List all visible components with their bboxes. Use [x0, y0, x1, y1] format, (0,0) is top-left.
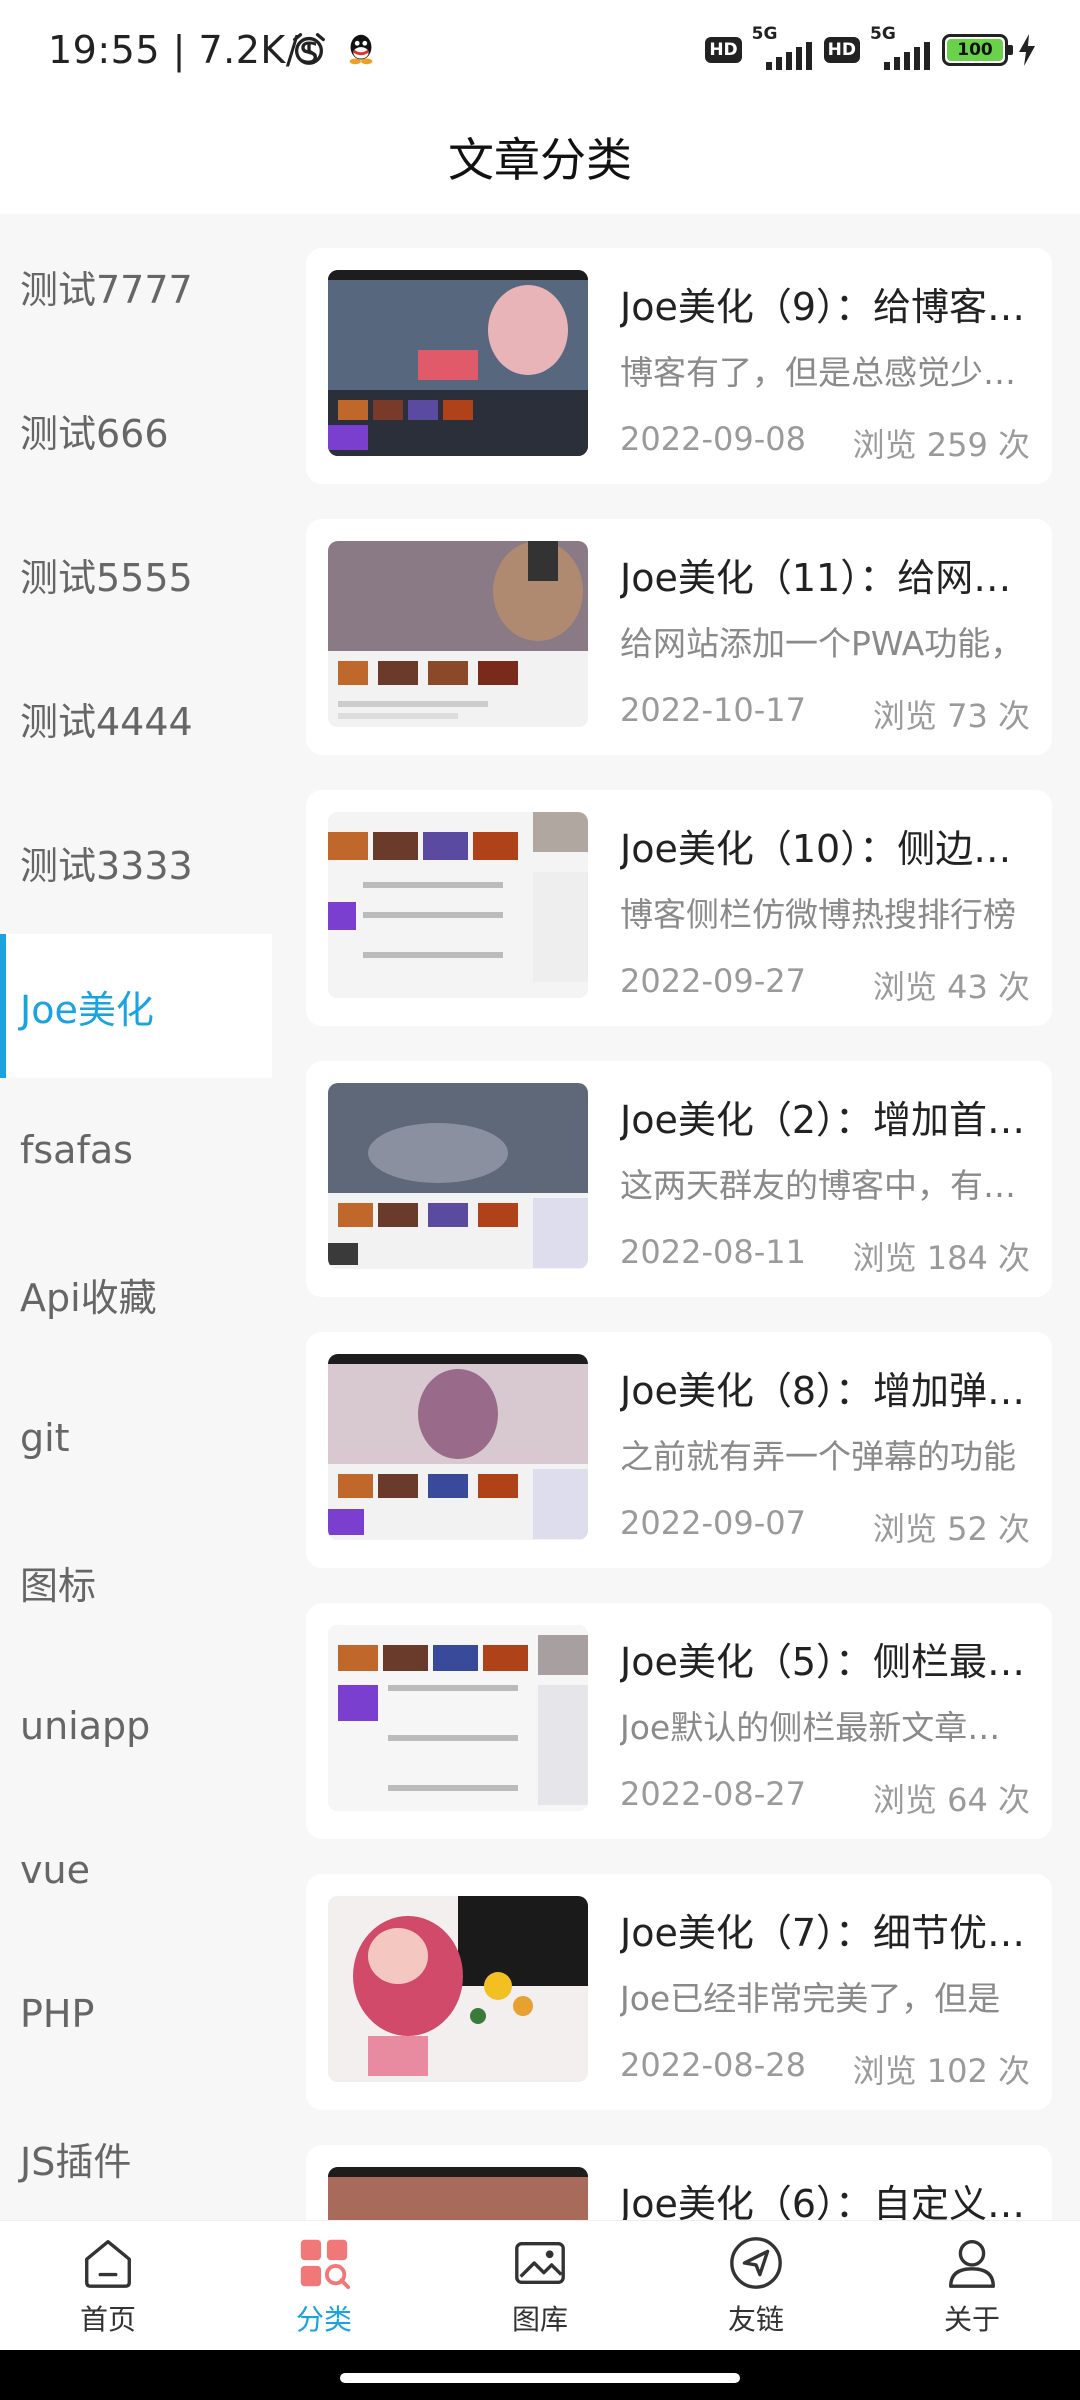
article-thumbnail	[328, 1354, 588, 1540]
article-summary: 博客侧栏仿微博热搜排行榜	[620, 895, 1016, 934]
article-card[interactable]: Joe美化（5）：侧栏最新文章 Joe默认的侧栏最新文章样式 2022-08-2…	[306, 1603, 1052, 1839]
home-indicator[interactable]	[340, 2373, 740, 2383]
charging-bolt-icon	[1019, 34, 1035, 66]
status-time: 19:55 | 7.2K/s	[48, 28, 320, 72]
signal-icon: 5G	[752, 24, 814, 70]
nav-home[interactable]: 首页	[0, 2221, 216, 2350]
article-title: Joe美化（6）：自定义右键	[620, 2182, 1030, 2220]
status-right-icons: HD 5G HD 5G 100	[705, 24, 1036, 70]
article-summary: Joe默认的侧栏最新文章样式	[620, 1708, 1030, 1747]
article-date: 2022-08-28	[620, 2046, 806, 2084]
article-thumbnail	[328, 1896, 588, 2082]
sidebar-item[interactable]: 图标	[0, 1510, 272, 1654]
article-summary: 之前就有弄一个弹幕的功能	[620, 1437, 1016, 1476]
gallery-icon	[515, 2241, 565, 2284]
article-card[interactable]: Joe美化（9）：给博客后台添加 博客有了，但是总感觉少了点什么 2022-09…	[306, 248, 1052, 484]
sidebar-item[interactable]: 测试4444	[0, 646, 272, 790]
sidebar-item[interactable]: PHP	[0, 1942, 272, 2086]
nav-label: 首页	[79, 2302, 136, 2336]
article-title: Joe美化（7）：细节优化调整	[620, 1911, 1030, 1955]
nav-about[interactable]: 关于	[864, 2221, 1080, 2350]
sidebar-item[interactable]: JS插件	[0, 2086, 272, 2220]
article-title: Joe美化（5）：侧栏最新文章	[620, 1640, 1030, 1684]
sidebar-item[interactable]: fsafas	[0, 1078, 272, 1222]
article-date: 2022-09-27	[620, 962, 806, 1000]
sidebar-item[interactable]: Api收藏	[0, 1222, 272, 1366]
nav-label: 分类	[295, 2302, 352, 2336]
sidebar-item[interactable]: git	[0, 1366, 272, 1510]
article-card[interactable]: Joe美化（2）：增加首页大图 这两天群友的博客中，有一个 2022-08-11…	[306, 1061, 1052, 1297]
article-date: 2022-08-27	[620, 1775, 806, 1813]
signal-icon: 5G	[870, 24, 932, 70]
status-left-icons	[290, 30, 380, 68]
article-summary: Joe已经非常完美了，但是	[620, 1979, 1001, 2018]
article-card[interactable]: Joe美化（11）：给网站添加PWA 给网站添加一个PWA功能， 2022-10…	[306, 519, 1052, 755]
article-summary: 这两天群友的博客中，有一个	[620, 1166, 1030, 1205]
page-title: 文章分类	[448, 133, 632, 187]
article-card[interactable]: Joe美化（8）：增加弹幕功能 之前就有弄一个弹幕的功能 2022-09-07 …	[306, 1332, 1052, 1568]
article-views: 浏览 73 次	[872, 697, 1030, 735]
nav-gallery[interactable]: 图库	[432, 2221, 648, 2350]
article-title: Joe美化（8）：增加弹幕功能	[620, 1369, 1030, 1413]
page-header: 文章分类	[0, 100, 1080, 214]
article-thumbnail	[328, 1625, 588, 1811]
article-views: 浏览 259 次	[852, 426, 1030, 464]
article-thumbnail	[328, 812, 588, 998]
bottom-nav: 首页 分类 图库 友链 关于	[0, 2220, 1080, 2350]
battery-icon: 100	[942, 34, 1013, 66]
nav-label: 关于	[943, 2302, 1000, 2336]
nav-label: 图库	[511, 2302, 568, 2336]
article-list[interactable]: Joe美化（9）：给博客后台添加 博客有了，但是总感觉少了点什么 2022-09…	[272, 214, 1080, 2220]
article-title: Joe美化（11）：给网站添加PWA	[620, 556, 1030, 600]
sidebar-item-active[interactable]: Joe美化	[0, 934, 272, 1078]
article-views: 浏览 184 次	[852, 1239, 1030, 1277]
status-bar: 19:55 | 7.2K/s HD 5G HD 5G 100	[0, 0, 1080, 100]
sidebar-item[interactable]: 测试3333	[0, 790, 272, 934]
article-thumbnail	[328, 541, 588, 727]
article-card[interactable]: Joe美化（10）：侧边栏微博热搜 博客侧栏仿微博热搜排行榜 2022-09-2…	[306, 790, 1052, 1026]
home-icon	[85, 2239, 131, 2288]
article-title: Joe美化（2）：增加首页大图	[620, 1098, 1030, 1142]
sidebar-item[interactable]: 测试666	[0, 358, 272, 502]
nav-links[interactable]: 友链	[648, 2221, 864, 2350]
article-views: 浏览 52 次	[872, 1510, 1030, 1548]
article-summary: 给网站添加一个PWA功能，	[620, 624, 1024, 663]
article-date: 2022-09-07	[620, 1504, 806, 1542]
article-date: 2022-09-08	[620, 420, 806, 458]
article-thumbnail	[328, 1083, 588, 1269]
article-thumbnail	[328, 2167, 588, 2220]
sidebar-item[interactable]: 测试5555	[0, 502, 272, 646]
qq-icon	[349, 34, 373, 65]
sidebar-item[interactable]: uniapp	[0, 1654, 272, 1798]
hd-badge: HD	[823, 37, 860, 63]
article-date: 2022-10-17	[620, 691, 806, 729]
article-card[interactable]: Joe美化（6）：自定义右键	[306, 2145, 1052, 2220]
article-views: 浏览 64 次	[872, 1781, 1030, 1819]
article-title: Joe美化（10）：侧边栏微博热搜	[620, 827, 1030, 871]
nav-category[interactable]: 分类	[216, 2221, 432, 2350]
category-icon	[300, 2239, 351, 2289]
article-views: 浏览 102 次	[852, 2052, 1030, 2090]
user-icon	[949, 2239, 995, 2288]
sidebar-item[interactable]: vue	[0, 1798, 272, 1942]
article-card[interactable]: Joe美化（7）：细节优化调整 Joe已经非常完美了，但是 2022-08-28…	[306, 1874, 1052, 2110]
article-views: 浏览 43 次	[872, 968, 1030, 1006]
category-sidebar[interactable]: 测试7777 测试666 测试5555 测试4444 测试3333 Joe美化 …	[0, 214, 272, 2220]
article-summary: 博客有了，但是总感觉少了点什么	[620, 353, 1030, 392]
nav-label: 友链	[727, 2302, 784, 2336]
article-title: Joe美化（9）：给博客后台添加	[620, 285, 1030, 329]
alarm-icon	[293, 33, 325, 65]
send-icon	[730, 2236, 782, 2289]
article-date: 2022-08-11	[620, 1233, 806, 1271]
sidebar-item[interactable]: 测试7777	[0, 214, 272, 358]
article-thumbnail	[328, 270, 588, 456]
hd-badge: HD	[705, 37, 742, 63]
